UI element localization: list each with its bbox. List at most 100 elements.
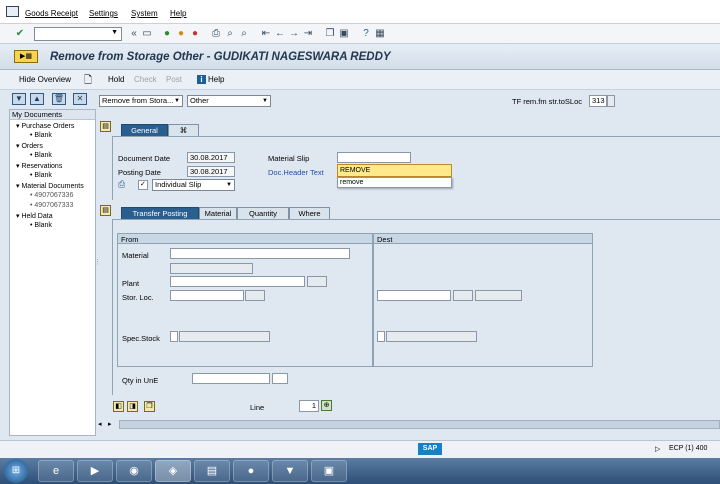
sap-logon-icon[interactable]: ◈ (155, 460, 191, 482)
new-session-icon[interactable]: ❐ (324, 28, 336, 40)
scroll-right-icon[interactable]: ▸ (108, 420, 112, 428)
header-text-field[interactable]: REMOVE (337, 164, 452, 177)
menu-settings[interactable]: Settings (89, 9, 118, 18)
first-page-icon[interactable]: ⇤ (260, 28, 272, 40)
find-icon[interactable]: ⌕ (224, 28, 236, 40)
tab-general[interactable]: General (121, 124, 168, 136)
material-field[interactable] (170, 248, 350, 259)
prev-page-icon[interactable]: ← (274, 28, 286, 40)
last-page-icon[interactable]: ⇥ (302, 28, 314, 40)
enter-icon[interactable]: ✔ (14, 28, 26, 40)
command-field[interactable]: ▼ (34, 27, 122, 41)
goto-line-icon[interactable]: ⊕ (321, 400, 332, 411)
unit-field[interactable] (272, 373, 288, 384)
scroll-left-icon[interactable]: ◂ (98, 420, 102, 428)
stor-loc-field[interactable] (170, 290, 244, 301)
blue-app-icon[interactable]: ▼ (272, 460, 308, 482)
tree-leaf-label: 4907067336 (34, 192, 74, 199)
cancel-icon[interactable]: ● (189, 28, 201, 40)
delete-item-icon[interactable]: ❐ (144, 401, 155, 412)
new-document-icon[interactable]: 🗋 (84, 73, 92, 90)
tree-leaf[interactable]: • 4907067333 (30, 202, 73, 209)
help-icon[interactable]: ? (360, 28, 372, 40)
tab-transfer-posting[interactable]: Transfer Posting (121, 207, 199, 219)
transaction-select[interactable]: Remove from Stora... ▼ (99, 95, 183, 107)
check-button[interactable]: Check (134, 75, 157, 84)
delete-icon[interactable]: 🗑 (52, 93, 66, 105)
tree-node-purchase-orders[interactable]: ▾ Purchase Orders (16, 122, 74, 130)
tab-quantity[interactable]: Quantity (237, 207, 289, 219)
layout-icon[interactable]: ▦ (374, 28, 386, 40)
tab-partner[interactable]: ⌘ (168, 124, 199, 136)
posting-date-field[interactable]: 30.08.2017 (187, 166, 235, 177)
dest-stor-loc-field[interactable] (377, 290, 451, 301)
hide-overview-button[interactable]: Hide Overview (19, 75, 71, 84)
post-button[interactable]: Post (166, 75, 182, 84)
tree-leaf[interactable]: • Blank (30, 172, 52, 179)
internet-explorer-icon[interactable]: e (38, 460, 74, 482)
start-button[interactable]: ⊞ (4, 459, 28, 483)
menu-help[interactable]: Help (170, 9, 186, 18)
next-item-icon[interactable]: ◨ (127, 401, 138, 412)
reference-select-value: Other (190, 96, 209, 105)
tree-node-reservations[interactable]: ▾ Reservations (16, 162, 62, 170)
tree-leaf[interactable]: • Blank (30, 222, 52, 229)
qty-field[interactable] (192, 373, 270, 384)
tree-node-orders[interactable]: ▾ Orders (16, 142, 43, 150)
menu-system[interactable]: System (131, 9, 158, 18)
print-icon[interactable]: ⎙ (118, 179, 125, 190)
history-icon[interactable]: « (128, 28, 140, 40)
image-app-icon[interactable]: ▣ (311, 460, 347, 482)
info-icon[interactable]: i (197, 75, 206, 84)
prev-item-icon[interactable]: ◧ (113, 401, 124, 412)
chrome-icon[interactable]: ◉ (116, 460, 152, 482)
document-date-field[interactable]: 30.08.2017 (187, 152, 235, 163)
collapse-header-icon[interactable]: ▤ (100, 121, 111, 132)
file-explorer-icon[interactable]: ▤ (194, 460, 230, 482)
exit-icon[interactable]: ● (175, 28, 187, 40)
print-icon[interactable]: ⎙ (210, 28, 222, 40)
tree-leaf-label: Blank (34, 132, 52, 139)
autocomplete-suggestion[interactable]: remove (337, 177, 452, 188)
tree-leaf[interactable]: • Blank (30, 132, 52, 139)
tab-material[interactable]: Material (199, 207, 237, 219)
tree-node-material-documents[interactable]: ▾ Material Documents (16, 182, 84, 190)
next-page-icon[interactable]: → (288, 28, 300, 40)
movement-type-field[interactable]: 313 (589, 95, 607, 107)
collapse-all-icon[interactable]: ▲ (30, 93, 44, 105)
spec-stock-field[interactable] (170, 331, 178, 342)
menu-goods-receipt[interactable]: Goods Receipt (25, 9, 78, 18)
status-expand-icon[interactable]: ▷ (655, 445, 660, 453)
media-player-icon[interactable]: ▶ (77, 460, 113, 482)
plant-field[interactable] (170, 276, 305, 287)
line-field[interactable]: 1 (299, 400, 319, 412)
horizontal-scrollbar[interactable] (119, 420, 720, 429)
hold-button[interactable]: Hold (108, 75, 124, 84)
tree-leaf[interactable]: • 4907067336 (30, 192, 73, 199)
chevron-down-icon[interactable]: ▼ (111, 29, 118, 36)
expand-all-icon[interactable]: ▼ (12, 93, 26, 105)
back-icon[interactable]: ● (161, 28, 173, 40)
standard-toolbar: ✔ ▼ « ▭ ● ● ● ⎙ ⌕ ⌕ ⇤ ← → ⇥ ❐ ▣ ? ▦ (0, 24, 720, 44)
dest-spec-stock-field[interactable] (377, 331, 385, 342)
sap-menu-icon[interactable] (6, 6, 19, 17)
tab-where[interactable]: Where (289, 207, 330, 219)
splitter-handle[interactable]: ⋮ (94, 258, 101, 266)
material-slip-label: Material Slip (268, 154, 310, 163)
save-icon[interactable]: ▭ (141, 28, 153, 40)
collapse-detail-icon[interactable]: ▤ (100, 205, 111, 216)
tree-leaf-label: Blank (34, 152, 52, 159)
close-tree-icon[interactable]: ✕ (73, 93, 87, 105)
print-checkbox[interactable]: ✓ (138, 180, 148, 190)
movement-type-label: TF rem.fm str.toSLoc (512, 97, 583, 106)
system-info[interactable]: ECP (1) 400 (669, 445, 707, 452)
tree-leaf[interactable]: • Blank (30, 152, 52, 159)
red-app-icon[interactable]: ● (233, 460, 269, 482)
find-next-icon[interactable]: ⌕ (238, 28, 250, 40)
reference-select[interactable]: Other ▼ (187, 95, 271, 107)
material-slip-field[interactable] (337, 152, 411, 163)
slip-type-select[interactable]: Individual Slip ▼ (152, 179, 235, 191)
tree-node-held-data[interactable]: ▾ Held Data (16, 212, 53, 220)
help-button[interactable]: Help (208, 75, 224, 84)
shortcut-icon[interactable]: ▣ (338, 28, 350, 40)
